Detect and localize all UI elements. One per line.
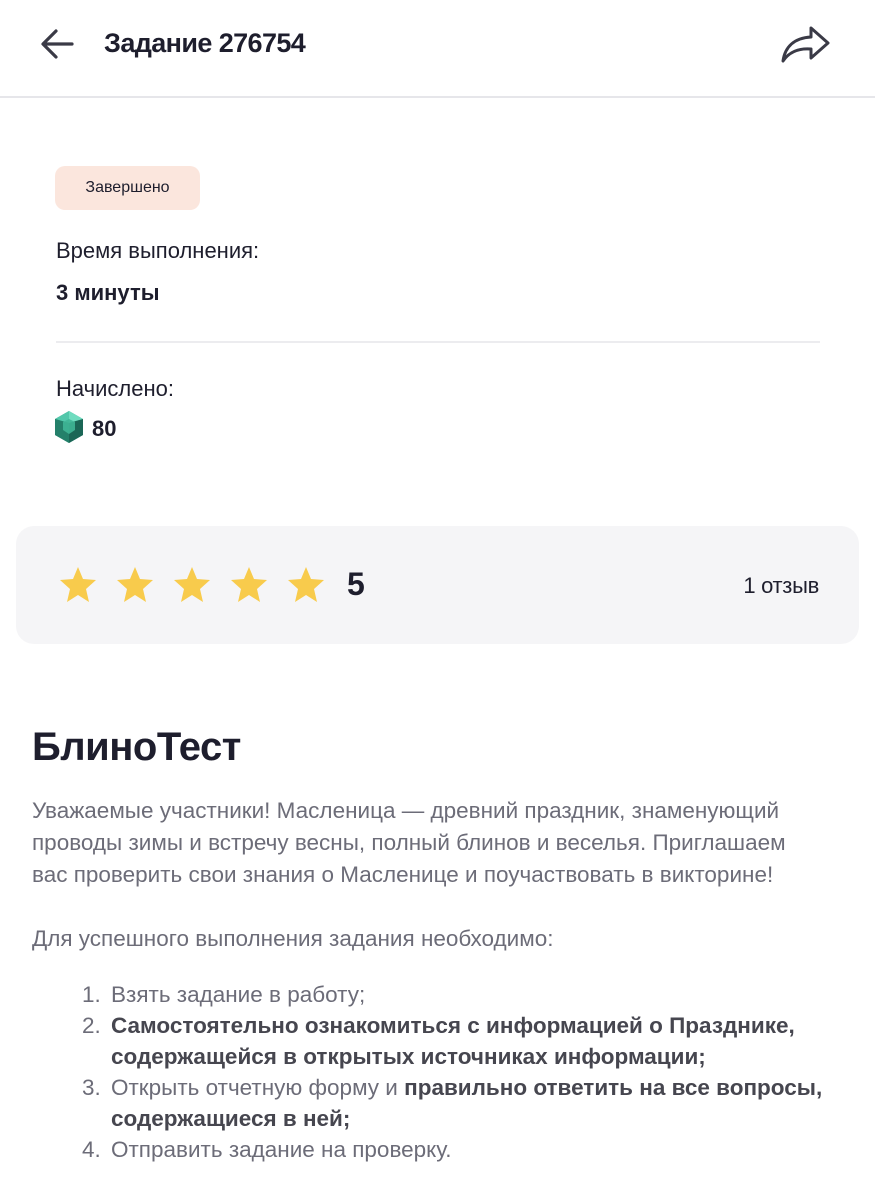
status-badge: Завершено bbox=[55, 166, 200, 210]
step-text: Взять задание в работу; bbox=[111, 982, 366, 1007]
star-icon bbox=[288, 567, 324, 602]
step-text: Открыть отчетную форму и bbox=[111, 1075, 405, 1100]
task-intro: Уважаемые участники! Масленица — древний… bbox=[32, 795, 832, 891]
page-title: Задание 276754 bbox=[104, 28, 306, 58]
star-icon bbox=[231, 567, 267, 602]
step-text-bold: Самостоятельно ознакомиться с информацие… bbox=[111, 1013, 795, 1069]
credited-label: Начислено: bbox=[56, 376, 174, 401]
requirements-heading: Для успешного выполнения задания необход… bbox=[32, 926, 554, 951]
star-icon bbox=[60, 567, 96, 602]
gem-icon bbox=[55, 411, 83, 443]
list-item: 1. Взять задание в работу; bbox=[0, 979, 875, 1010]
step-number: 4. bbox=[82, 1137, 101, 1162]
credited-value: 80 bbox=[92, 416, 117, 441]
step-number: 3. bbox=[82, 1075, 101, 1100]
arrow-left-icon bbox=[41, 29, 74, 59]
star-icon bbox=[174, 567, 210, 602]
intro-line: Уважаемые участники! Масленица — древний… bbox=[32, 798, 780, 823]
top-bar: Задание 276754 bbox=[0, 0, 875, 98]
star-icon bbox=[117, 567, 153, 602]
intro-line: вас проверить свои знания о Масленице и … bbox=[32, 862, 774, 887]
rating-value: 5 bbox=[347, 566, 365, 602]
share-button[interactable] bbox=[778, 22, 832, 66]
list-item: 4. Отправить задание на проверку. bbox=[0, 1134, 875, 1165]
list-item: 3. Открыть отчетную форму и правильно отв… bbox=[0, 1072, 875, 1134]
back-button[interactable] bbox=[36, 24, 80, 64]
task-title: БлиноТест bbox=[32, 725, 241, 769]
share-icon bbox=[781, 26, 830, 63]
execution-time-label: Время выполнения: bbox=[56, 238, 260, 263]
list-item: 2. Самостоятельно ознакомиться с информац… bbox=[0, 1010, 875, 1072]
intro-line: проводы зимы и встречу весны, полный бли… bbox=[32, 830, 786, 855]
step-number: 1. bbox=[82, 982, 101, 1007]
step-number: 2. bbox=[82, 1013, 101, 1038]
step-text: Отправить задание на проверку. bbox=[111, 1137, 452, 1162]
execution-time-value: 3 минуты bbox=[56, 280, 160, 305]
reviews-link[interactable]: 1 отзыв bbox=[743, 573, 819, 599]
divider bbox=[56, 341, 820, 343]
steps-list: 1. Взять задание в работу; 2. Самостоятель… bbox=[0, 979, 875, 1165]
